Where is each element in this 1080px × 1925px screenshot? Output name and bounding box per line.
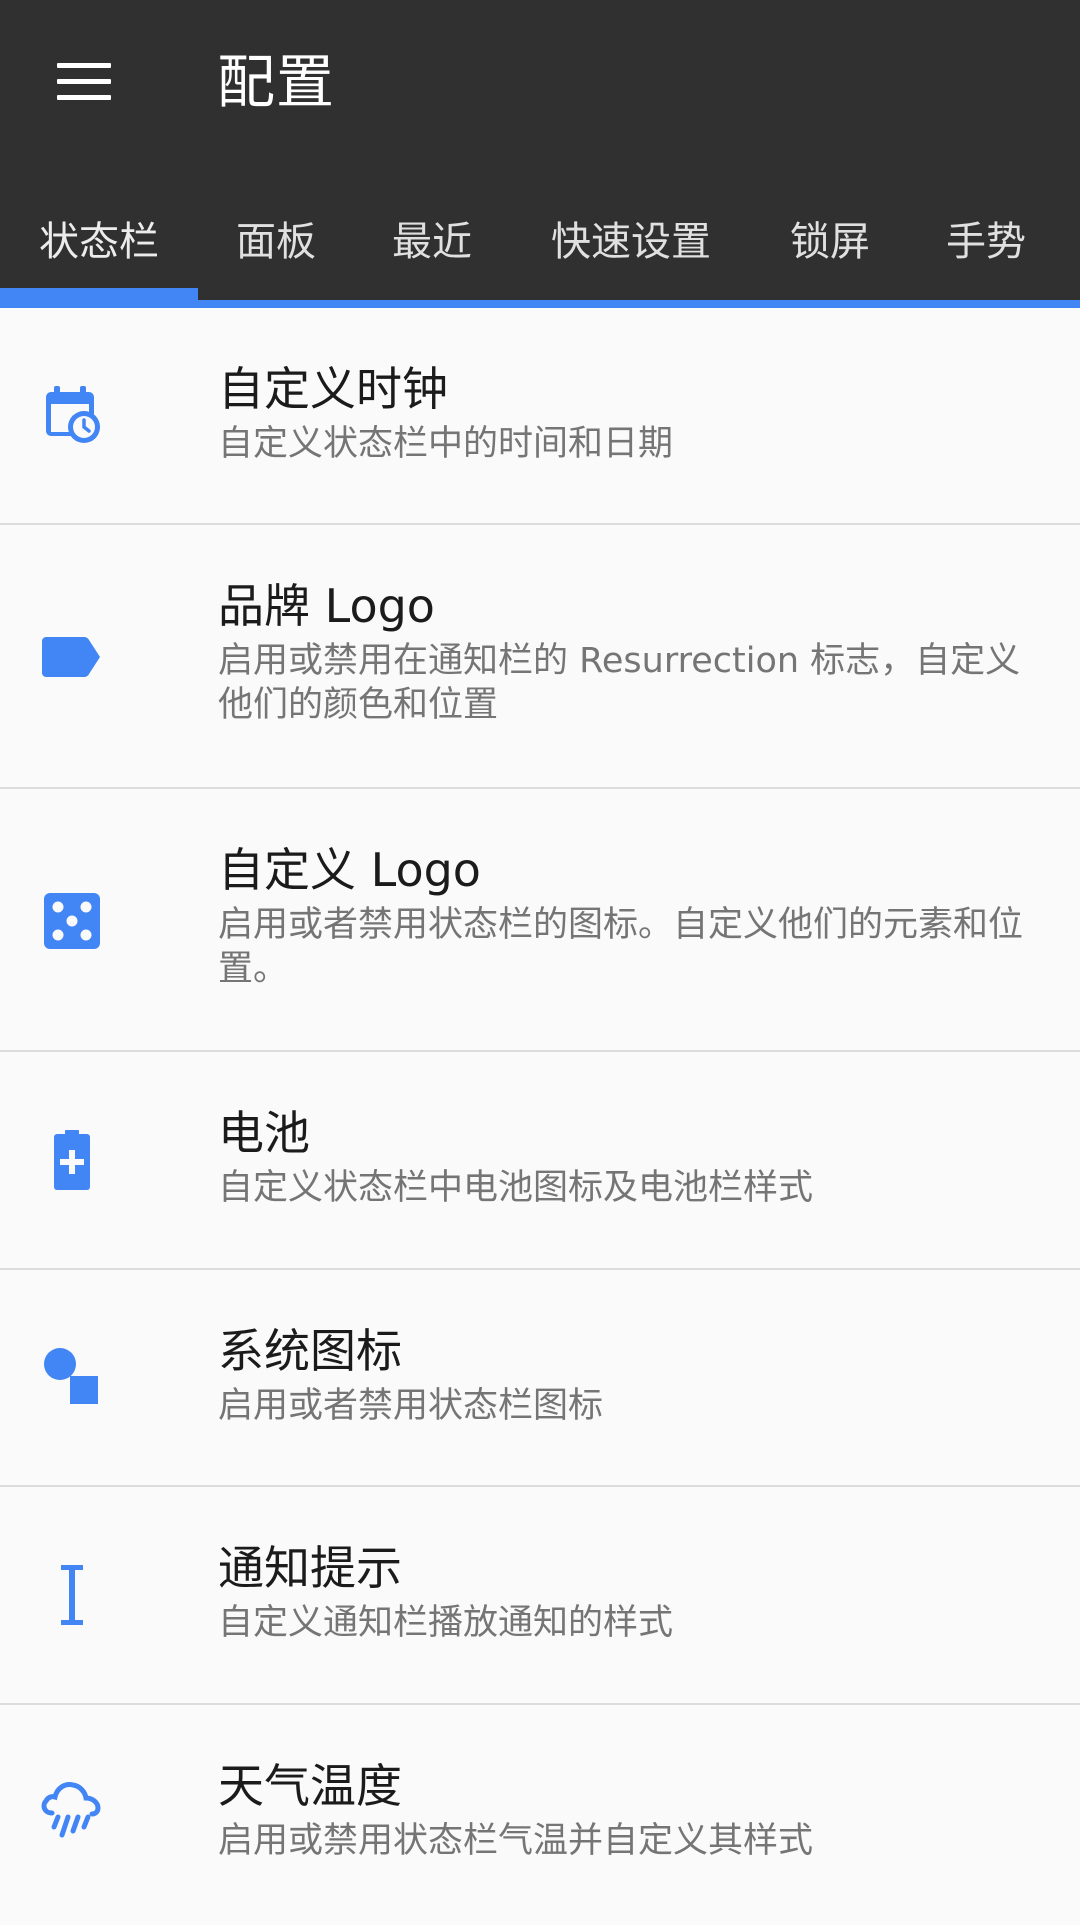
list-item-text: 品牌 Logo 启用或禁用在通知栏的 Resurrection 标志，自定义他们…	[218, 577, 1040, 727]
tab-label: 面板	[236, 219, 316, 265]
item-title: 系统图标	[218, 1324, 402, 1378]
text-cursor-icon	[40, 1563, 104, 1627]
list-item-notification-ticker[interactable]: 通知提示 自定义通知栏播放通知的样式	[0, 1487, 1080, 1705]
list-item-text: 自定义时钟 自定义状态栏中的时间和日期	[218, 360, 1040, 466]
tab-panel[interactable]: 面板	[198, 168, 354, 308]
tab-label: 最近	[392, 219, 472, 265]
weather-rain-icon	[40, 1777, 104, 1841]
list-item-text: 天气温度 启用或禁用状态栏气温并自定义其样式	[218, 1757, 1040, 1863]
item-subtitle: 自定义状态栏中电池图标及电池栏样式	[218, 1168, 814, 1208]
list-item-text: 电池 自定义状态栏中电池图标及电池栏样式	[218, 1104, 1040, 1210]
tab-quick-settings[interactable]: 快速设置	[510, 168, 752, 308]
tab-lockscreen[interactable]: 锁屏	[752, 168, 908, 308]
app-bar: 配置	[0, 0, 1080, 168]
tab-statusbar[interactable]: 状态栏	[0, 168, 198, 308]
item-subtitle: 自定义通知栏播放通知的样式	[218, 1603, 674, 1643]
list-item-custom-clock[interactable]: 自定义时钟 自定义状态栏中的时间和日期	[0, 308, 1080, 525]
active-tab-indicator	[0, 288, 198, 302]
item-title: 自定义 Logo	[218, 843, 481, 897]
item-title: 电池	[218, 1106, 310, 1160]
item-subtitle: 启用或者禁用状态栏图标	[218, 1386, 604, 1426]
tab-gestures[interactable]: 手势	[908, 168, 1064, 308]
page-title: 配置	[217, 48, 336, 116]
tab-bar: 状态栏 面板 最近 快速设置 锁屏 手势	[0, 168, 1080, 308]
item-subtitle: 启用或禁用状态栏气温并自定义其样式	[218, 1821, 814, 1861]
dice-icon	[40, 889, 104, 953]
item-title: 通知提示	[218, 1541, 402, 1595]
item-title: 天气温度	[218, 1759, 402, 1813]
tab-recents[interactable]: 最近	[354, 168, 510, 308]
item-title: 品牌 Logo	[218, 579, 435, 633]
item-title: 自定义时钟	[218, 362, 448, 416]
label-icon	[40, 625, 104, 689]
battery-plus-icon	[40, 1128, 104, 1192]
tab-label: 状态栏	[39, 219, 159, 265]
menu-button[interactable]	[40, 44, 128, 120]
item-subtitle: 启用或禁用在通知栏的 Resurrection 标志，自定义他们的颜色和位置	[218, 641, 1021, 725]
tab-label: 快速设置	[551, 219, 711, 265]
list-item-text: 自定义 Logo 启用或者禁用状态栏的图标。自定义他们的元素和位置。	[218, 841, 1040, 991]
list-item-weather[interactable]: 天气温度 启用或禁用状态栏气温并自定义其样式	[0, 1705, 1080, 1925]
tab-label: 手势	[946, 219, 1026, 265]
settings-list: 自定义时钟 自定义状态栏中的时间和日期 品牌 Logo 启用或禁用在通知栏的 R…	[0, 308, 1080, 1925]
item-subtitle: 自定义状态栏中的时间和日期	[218, 424, 674, 464]
list-item-brand-logo[interactable]: 品牌 Logo 启用或禁用在通知栏的 Resurrection 标志，自定义他们…	[0, 525, 1080, 789]
calendar-clock-icon	[40, 382, 104, 446]
menu-icon	[57, 63, 111, 101]
list-item-battery[interactable]: 电池 自定义状态栏中电池图标及电池栏样式	[0, 1052, 1080, 1270]
list-item-text: 通知提示 自定义通知栏播放通知的样式	[218, 1539, 1040, 1645]
list-item-text: 系统图标 启用或者禁用状态栏图标	[218, 1322, 1040, 1428]
item-subtitle: 启用或者禁用状态栏的图标。自定义他们的元素和位置。	[218, 905, 1024, 989]
list-item-custom-logo[interactable]: 自定义 Logo 启用或者禁用状态栏的图标。自定义他们的元素和位置。	[0, 789, 1080, 1052]
list-item-system-icons[interactable]: 系统图标 启用或者禁用状态栏图标	[0, 1270, 1080, 1487]
tab-label: 锁屏	[790, 219, 870, 265]
shapes-icon	[40, 1344, 104, 1408]
